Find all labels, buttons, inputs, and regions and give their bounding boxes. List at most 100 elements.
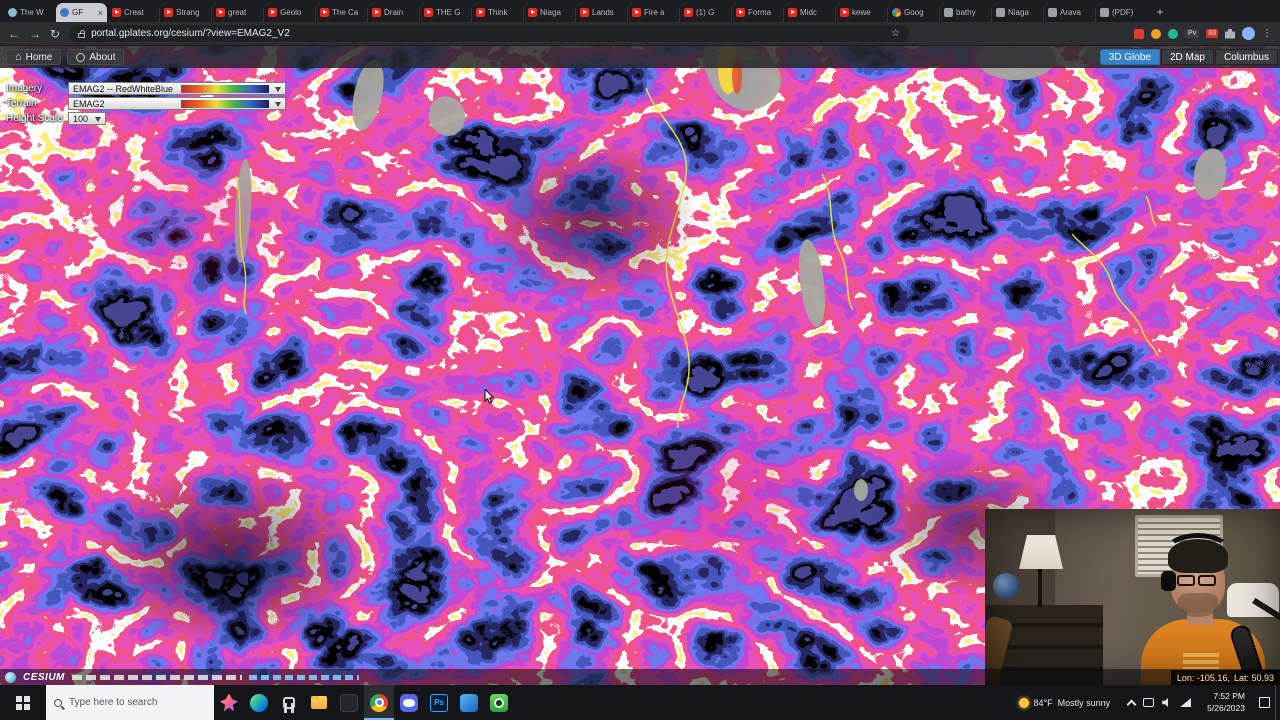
tab-favicon	[944, 8, 953, 17]
tab-title: Lands	[592, 8, 614, 17]
photoshop-icon[interactable]: Ps	[424, 685, 454, 720]
tab-favicon	[1048, 8, 1057, 17]
browser-tab[interactable]: (1) G	[680, 3, 731, 22]
profile-avatar[interactable]	[1242, 27, 1255, 40]
browser-tab[interactable]: The Ca	[316, 3, 367, 22]
tab-close-icon[interactable]: ×	[98, 8, 103, 18]
extension-teal-icon[interactable]	[1168, 28, 1179, 39]
search-highlights-icon[interactable]	[214, 685, 244, 720]
home-button[interactable]: ⌂ Home	[6, 49, 62, 65]
browser-tab[interactable]: Niaga	[992, 3, 1043, 22]
system-tray	[1120, 698, 1199, 709]
lock-icon[interactable]	[78, 29, 86, 38]
browser-tab[interactable]: Niaga	[524, 3, 575, 22]
tab-title: kewe	[852, 8, 871, 17]
control-dropdown[interactable]: 100	[68, 112, 106, 125]
weather-temp: 84°F	[1033, 697, 1053, 708]
reload-icon[interactable]: ↻	[50, 28, 60, 40]
browser-tab[interactable]: Strang	[160, 3, 211, 22]
speaker-icon[interactable]	[1162, 698, 1168, 707]
credits-attribution-text[interactable]	[71, 674, 242, 680]
hidden-icons-chevron[interactable]	[1126, 699, 1137, 709]
screen: The W GF × Creat Strang great Geolo The …	[0, 0, 1280, 720]
control-dropdown[interactable]: EMAG2	[68, 97, 286, 110]
menu-kebab-icon[interactable]: ⋮	[1262, 28, 1272, 39]
browser-tab[interactable]: The W	[4, 3, 55, 22]
browser-tab[interactable]: Lands	[576, 3, 627, 22]
browser-tab[interactable]: great	[212, 3, 263, 22]
tab-favicon	[8, 8, 17, 17]
viewer-control-row: Imagery EMAG2 -- RedWhiteBlue	[6, 82, 286, 95]
view-mode-button[interactable]: 3D Globe	[1099, 49, 1160, 65]
browser-tab[interactable]: Fire a	[628, 3, 679, 22]
extension-red-icon[interactable]	[1134, 28, 1145, 39]
profile-chip[interactable]: Pv	[1185, 29, 1200, 38]
back-icon[interactable]: ←	[8, 28, 20, 40]
extension-badge[interactable]: 83	[1206, 29, 1218, 38]
browser-tab[interactable]: Geolo	[264, 3, 315, 22]
browser-tab[interactable]: Arava	[1044, 3, 1095, 22]
tab-favicon	[1100, 8, 1109, 17]
new-tab-button[interactable]: +	[1152, 4, 1168, 20]
network-icon[interactable]	[1180, 698, 1192, 707]
taskbar-clock[interactable]: 7:52 PM 5/26/2023	[1199, 691, 1253, 713]
view-mode-button[interactable]: 2D Map	[1160, 49, 1214, 65]
forward-icon[interactable]: →	[29, 28, 41, 40]
tab-title: Geolo	[280, 8, 302, 17]
tab-title: The Ca	[332, 8, 359, 17]
tab-title: Creat	[124, 8, 144, 17]
edge-icon[interactable]	[244, 685, 274, 720]
start-button[interactable]	[0, 685, 46, 720]
display-tray-icon[interactable]	[1143, 698, 1155, 707]
browser-tab[interactable]: Creat	[108, 3, 159, 22]
cesium-logo-icon	[5, 671, 16, 683]
action-center-button[interactable]	[1253, 685, 1275, 720]
discord-icon[interactable]	[394, 685, 424, 720]
tab-favicon	[268, 8, 277, 17]
browser-tab[interactable]: Midc	[784, 3, 835, 22]
extensions-puzzle-icon[interactable]	[1225, 28, 1235, 39]
about-button[interactable]: About	[67, 49, 125, 65]
tab-favicon	[424, 8, 433, 17]
taskbar-search[interactable]: Type here to search	[46, 685, 214, 720]
browser-tab[interactable]: Forma	[732, 3, 783, 22]
show-desktop-button[interactable]	[1275, 685, 1280, 720]
browser-tab[interactable]: (PDF)	[1096, 3, 1147, 22]
tab-title: Fire a	[644, 8, 665, 17]
app-blue-icon[interactable]	[454, 685, 484, 720]
app-dark-icon[interactable]	[334, 685, 364, 720]
tab-title: Strang	[176, 8, 200, 17]
weather-desc: Mostly sunny	[1057, 697, 1111, 708]
taskbar-weather[interactable]: 84°F Mostly sunny	[1009, 685, 1121, 720]
browser-tab[interactable]: GF ×	[56, 3, 107, 22]
file-explorer-icon[interactable]	[304, 685, 334, 720]
url-text[interactable]: portal.gplates.org/cesium/?view=EMAG2_V2	[91, 28, 885, 39]
control-dropdown[interactable]: EMAG2 -- RedWhiteBlue	[68, 82, 286, 95]
extension-orange-icon[interactable]	[1151, 28, 1162, 39]
browser-tab[interactable]: kewe	[836, 3, 887, 22]
view-mode-buttons: 3D Globe 2D Map Columbus	[1099, 49, 1278, 65]
viewer-control-row: Terrain EMAG2	[6, 97, 286, 110]
tab-title: Arava	[1060, 8, 1081, 17]
about-label: About	[89, 51, 116, 63]
chrome-icon[interactable]	[364, 685, 394, 720]
omnibox[interactable]: portal.gplates.org/cesium/?view=EMAG2_V2…	[69, 25, 910, 42]
browser-tab[interactable]: Drain	[368, 3, 419, 22]
gplates-header: ⌂ Home About 3D Globe 2D Map Columbus	[0, 46, 1280, 68]
camera-icon[interactable]	[484, 685, 514, 720]
browser-tab[interactable]: Goog	[888, 3, 939, 22]
tab-favicon	[736, 8, 745, 17]
task-view-icon[interactable]	[274, 685, 304, 720]
bookmark-star-icon[interactable]: ☆	[891, 28, 900, 39]
colormap-preview	[181, 85, 269, 93]
view-mode-button[interactable]: Columbus	[1214, 49, 1278, 65]
credits-links-text[interactable]	[248, 674, 359, 680]
tab-title: Niaga	[540, 8, 561, 17]
tab-favicon	[372, 8, 381, 17]
home-icon: ⌂	[15, 50, 22, 63]
browser-tab[interactable]: Think	[472, 3, 523, 22]
cesium-logo-text: CESIUM	[23, 671, 65, 683]
browser-tab[interactable]: THE G	[420, 3, 471, 22]
browser-navbar: ← → ↻ portal.gplates.org/cesium/?view=EM…	[0, 22, 1280, 46]
browser-tab[interactable]: bathy	[940, 3, 991, 22]
